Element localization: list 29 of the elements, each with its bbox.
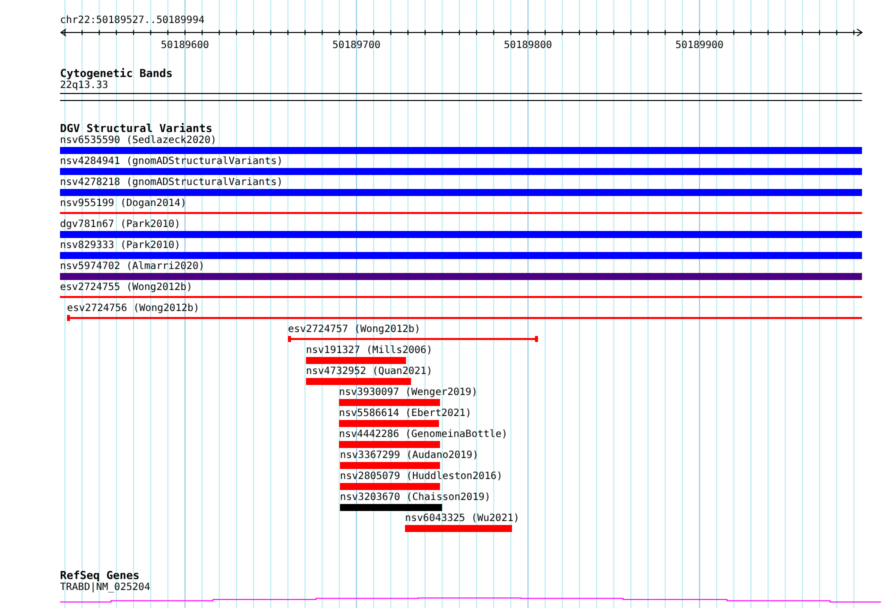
track-title: Cytogenetic Bands bbox=[60, 68, 173, 80]
feature-label: dgv781n67 (Park2010) bbox=[60, 219, 180, 231]
ruler-tick-label: 50189800 bbox=[504, 40, 552, 51]
ruler-tick-label: 50189600 bbox=[160, 40, 210, 51]
location-label: chr22:50189527..50189994 bbox=[60, 15, 204, 27]
feature-label: nsv2805079 (Huddleston2016) bbox=[340, 471, 503, 483]
feature-label: nsv829333 (Park2010) bbox=[60, 240, 180, 252]
feature-label: esv2724755 (Wong2012b) bbox=[60, 282, 192, 294]
feature-label: nsv6043325 (Wu2021) bbox=[405, 513, 520, 525]
feature-label: nsv955199 (Dogan2014) bbox=[60, 198, 186, 210]
feature-label: nsv4442286 (GenomeinaBottle) bbox=[339, 429, 508, 441]
feature-label: nsv3203670 (Chaisson2019) bbox=[340, 492, 491, 504]
feature-label: 22q13.33 bbox=[60, 80, 108, 92]
feature-label: nsv4284941 (gnomADStructuralVariants) bbox=[60, 156, 283, 168]
feature-label: nsv3367299 (Audano2019) bbox=[340, 450, 478, 462]
feature-label: esv2724757 (Wong2012b) bbox=[288, 324, 420, 336]
track-title: RefSeq Genes bbox=[60, 570, 140, 582]
ruler-tick-label: 50189700 bbox=[332, 40, 381, 51]
track-title: DGV Structural Variants bbox=[60, 123, 212, 135]
feature-label: nsv4278218 (gnomADStructuralVariants) bbox=[60, 177, 283, 189]
feature-label: nsv6535590 (Sedlazeck2020) bbox=[60, 135, 217, 147]
feature-label: nsv5974702 (Almarri2020) bbox=[60, 261, 204, 273]
feature-label: TRABD|NM_025204 bbox=[60, 582, 150, 594]
feature-label: esv2724756 (Wong2012b) bbox=[67, 303, 200, 315]
feature-label: nsv4732952 (Quan2021) bbox=[306, 366, 432, 378]
ruler-tick-label: 50189900 bbox=[675, 40, 724, 51]
feature-label: nsv191327 (Mills2006) bbox=[306, 345, 432, 357]
feature-label: nsv3930097 (Wenger2019) bbox=[339, 387, 478, 399]
feature-label: nsv5586614 (Ebert2021) bbox=[339, 408, 472, 420]
